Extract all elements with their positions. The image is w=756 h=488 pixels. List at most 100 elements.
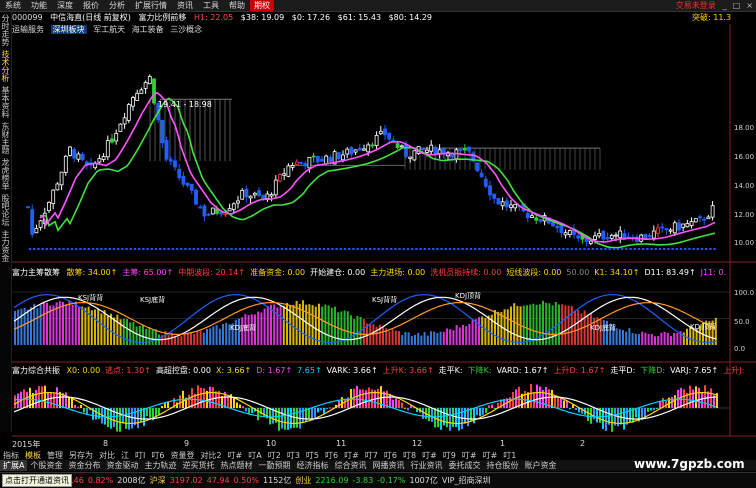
- kdj-panel-title[interactable]: 富力主筹散筹: [12, 268, 60, 277]
- candle-body: [189, 184, 194, 191]
- extension-tab[interactable]: 资金分布: [65, 460, 103, 471]
- indicator-tab[interactable]: 指标: [0, 450, 22, 460]
- signal-marker: [226, 248, 229, 250]
- resonance-bar: [95, 408, 97, 420]
- indicator-tab[interactable]: 叮3: [284, 450, 303, 460]
- signal-marker: [507, 248, 510, 250]
- indicator-tab[interactable]: 叮#: [459, 450, 480, 460]
- resonance-bar: [131, 408, 133, 429]
- candle-body: [618, 230, 623, 239]
- indicator-tab[interactable]: 叮6: [381, 450, 400, 460]
- indicator-tab[interactable]: 叮7: [362, 450, 381, 460]
- kdj-value: 中期波段: 20.14↑: [178, 268, 246, 277]
- extension-tab[interactable]: 热点题材: [217, 460, 255, 471]
- indicator-tab[interactable]: 叮I: [132, 450, 148, 460]
- signal-marker: [251, 248, 254, 250]
- indicator-tab[interactable]: 叮1: [500, 450, 519, 460]
- resonance-panel-title[interactable]: 富力综合共振: [12, 366, 60, 375]
- signal-marker: [276, 248, 279, 250]
- indicator-tab[interactable]: 叮#: [225, 450, 246, 460]
- signal-marker: [125, 248, 128, 250]
- extension-tab[interactable]: 综合资讯: [331, 460, 369, 471]
- indicator-tab[interactable]: 叮5: [303, 450, 322, 460]
- indicator-tab[interactable]: 叮6: [148, 450, 167, 460]
- kdj-value: 洗机员振持续: 0.00: [430, 268, 502, 277]
- resonance-bar: [158, 408, 160, 415]
- kdj-annotation: KSJ背背: [372, 295, 397, 304]
- indicator-tab[interactable]: 叮#: [419, 450, 440, 460]
- signal-marker: [272, 248, 275, 250]
- signal-marker: [637, 248, 641, 250]
- resonance-value: 下降D:: [640, 366, 666, 375]
- kdj-bar: [209, 328, 212, 345]
- extension-tab[interactable]: 持仓股份: [483, 460, 521, 471]
- indicator-tab[interactable]: 叮9: [440, 450, 459, 460]
- indicator-tab[interactable]: 对比: [96, 450, 118, 460]
- signal-marker: [461, 248, 464, 250]
- status-value: 创业: [295, 476, 312, 485]
- kdj-bar: [561, 304, 564, 345]
- kdj-bar: [186, 332, 189, 345]
- kdj-bar: [218, 328, 221, 345]
- signal-marker: [684, 248, 687, 250]
- extension-tab[interactable]: 一勤预期: [255, 460, 293, 471]
- extension-tab[interactable]: 个股资金: [27, 460, 65, 471]
- extension-tab[interactable]: 主力轨迹: [141, 460, 179, 471]
- resonance-bar: [395, 398, 397, 408]
- resonance-bar: [560, 397, 562, 408]
- indicator-tab[interactable]: 叮2: [265, 450, 284, 460]
- indicator-tab[interactable]: 叮#: [341, 450, 362, 460]
- resonance-bar: [314, 408, 316, 418]
- extension-tab[interactable]: 网播资讯: [369, 460, 407, 471]
- indicator-tab[interactable]: 江: [118, 450, 132, 460]
- candle-body: [479, 172, 484, 178]
- signal-marker: [285, 248, 288, 250]
- resonance-bar: [203, 388, 205, 408]
- candle-body: [420, 148, 425, 151]
- candle-body: [282, 173, 287, 176]
- extension-tab[interactable]: 扩展A: [0, 460, 28, 471]
- signal-marker: [142, 248, 145, 250]
- candle-body: [383, 128, 387, 136]
- indicator-tab[interactable]: 叮6: [322, 450, 341, 460]
- indicator-tab[interactable]: 模板: [22, 450, 44, 460]
- candle-body: [30, 209, 35, 235]
- indicator-tab[interactable]: 叮A: [245, 450, 264, 460]
- candle-body: [328, 157, 333, 162]
- resonance-bar: [407, 408, 409, 411]
- chart-canvas[interactable]: KSJ背背 KSJ底背 KDJ底背 KSJ背背 KDJ顶背 KDJ底背 KDJ顶背: [0, 0, 756, 487]
- signal-marker: [549, 248, 552, 250]
- kdj-bar: [439, 331, 442, 345]
- resonance-bar: [623, 408, 625, 430]
- indicator-tab[interactable]: 叮#: [480, 450, 501, 460]
- candle-body: [202, 205, 207, 217]
- signal-marker: [83, 248, 86, 250]
- indicator-tab[interactable]: 另存为: [66, 450, 96, 460]
- signal-marker: [579, 248, 582, 250]
- signal-marker: [499, 248, 502, 250]
- indicator-tab[interactable]: 资量登: [167, 450, 197, 460]
- kdj-bar: [330, 307, 333, 345]
- indicator-tab[interactable]: 管理: [44, 450, 66, 460]
- extension-tab[interactable]: 经济指标: [293, 460, 331, 471]
- extension-tab[interactable]: 委托成交: [445, 460, 483, 471]
- extension-tab[interactable]: 逆买货托: [179, 460, 217, 471]
- signal-marker: [112, 248, 116, 250]
- extension-tab[interactable]: 资金驱动: [103, 460, 141, 471]
- kdj-bar: [417, 332, 420, 345]
- indicator-tab[interactable]: 叮8: [400, 450, 419, 460]
- signal-marker: [482, 248, 485, 250]
- extension-tab[interactable]: 账户资金: [521, 460, 559, 471]
- resonance-bar: [146, 408, 148, 417]
- indicator-tab[interactable]: 对比2: [197, 450, 224, 460]
- kdj-bar: [500, 312, 503, 345]
- resonance-bar: [458, 408, 460, 431]
- signal-marker: [58, 248, 61, 250]
- kdj-bar: [452, 330, 455, 345]
- signal-marker: [314, 248, 317, 250]
- resonance-bar: [323, 408, 325, 414]
- signal-marker: [709, 248, 712, 250]
- candle-body: [122, 117, 127, 125]
- kdj-bar: [212, 326, 215, 345]
- extension-tab[interactable]: 行业资讯: [407, 460, 445, 471]
